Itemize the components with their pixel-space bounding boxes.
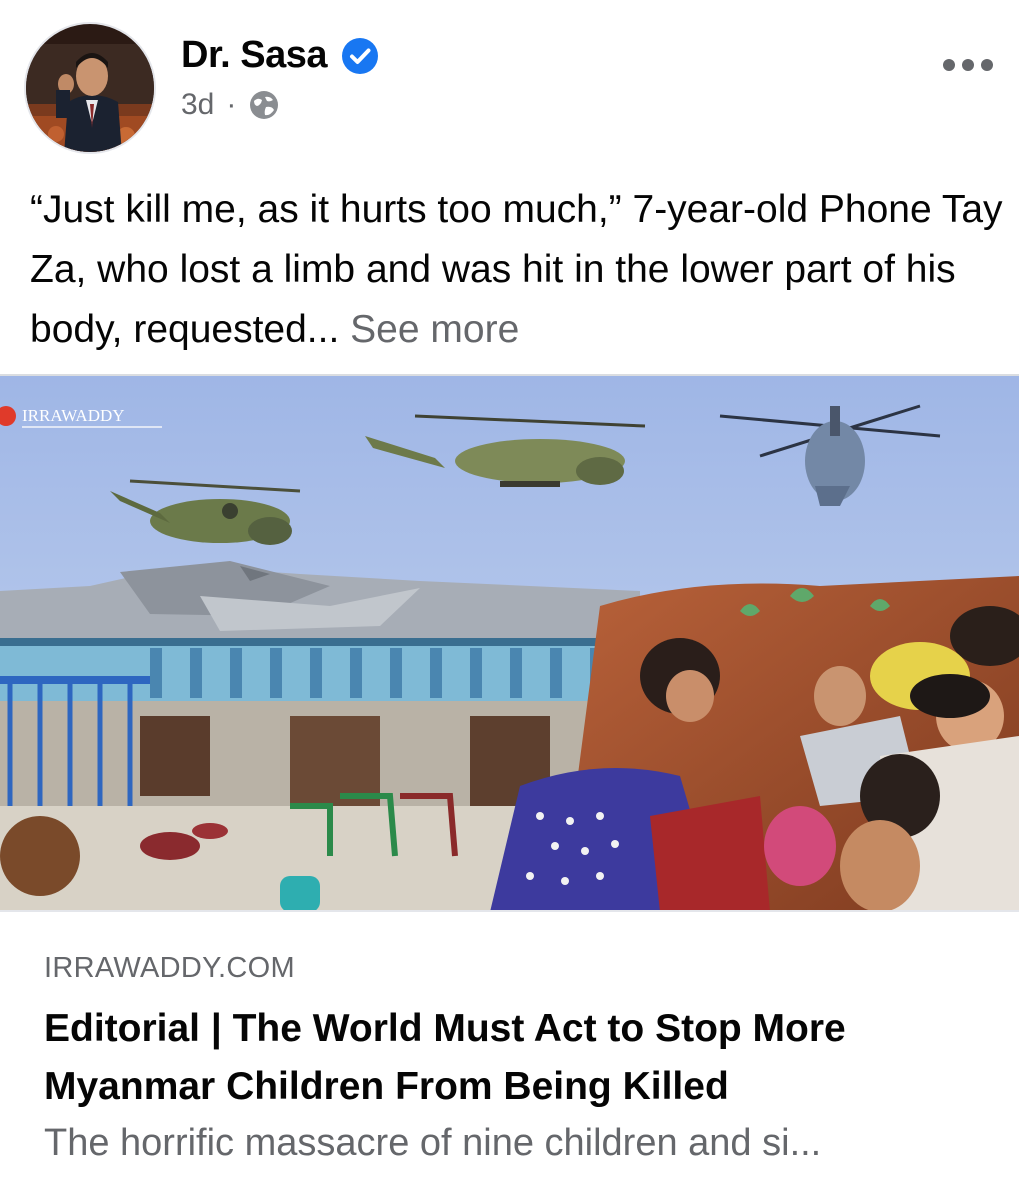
author-row: Dr. Sasa (181, 34, 379, 77)
link-preview-card[interactable]: IRRAWADDY.COM Editorial | The World Must… (0, 910, 1019, 1200)
link-title[interactable]: Editorial | The World Must Act to Stop M… (44, 1000, 984, 1116)
post-timestamp[interactable]: 3d (181, 88, 214, 122)
author-name[interactable]: Dr. Sasa (181, 34, 328, 77)
more-options-icon[interactable] (943, 50, 993, 80)
collage-image: IRRAWADDY (0, 376, 1019, 910)
meta-separator: · (226, 88, 237, 121)
see-more-link[interactable]: See more (350, 308, 519, 351)
verified-badge-icon (341, 37, 379, 75)
link-description: The horrific massacre of nine children a… (44, 1122, 822, 1164)
post-text: “Just kill me, as it hurts too much,” 7-… (30, 180, 1005, 360)
link-domain: IRRAWADDY.COM (44, 952, 295, 984)
post-meta: 3d · (181, 88, 280, 122)
author-avatar[interactable] (24, 22, 156, 154)
watermark-text: IRRAWADDY (22, 406, 125, 425)
post-image[interactable]: IRRAWADDY (0, 374, 1019, 910)
globe-icon[interactable] (248, 89, 280, 121)
facebook-post: Dr. Sasa 3d · “Just kill me, as it hurts… (0, 0, 1019, 1200)
avatar-photo (26, 24, 154, 152)
